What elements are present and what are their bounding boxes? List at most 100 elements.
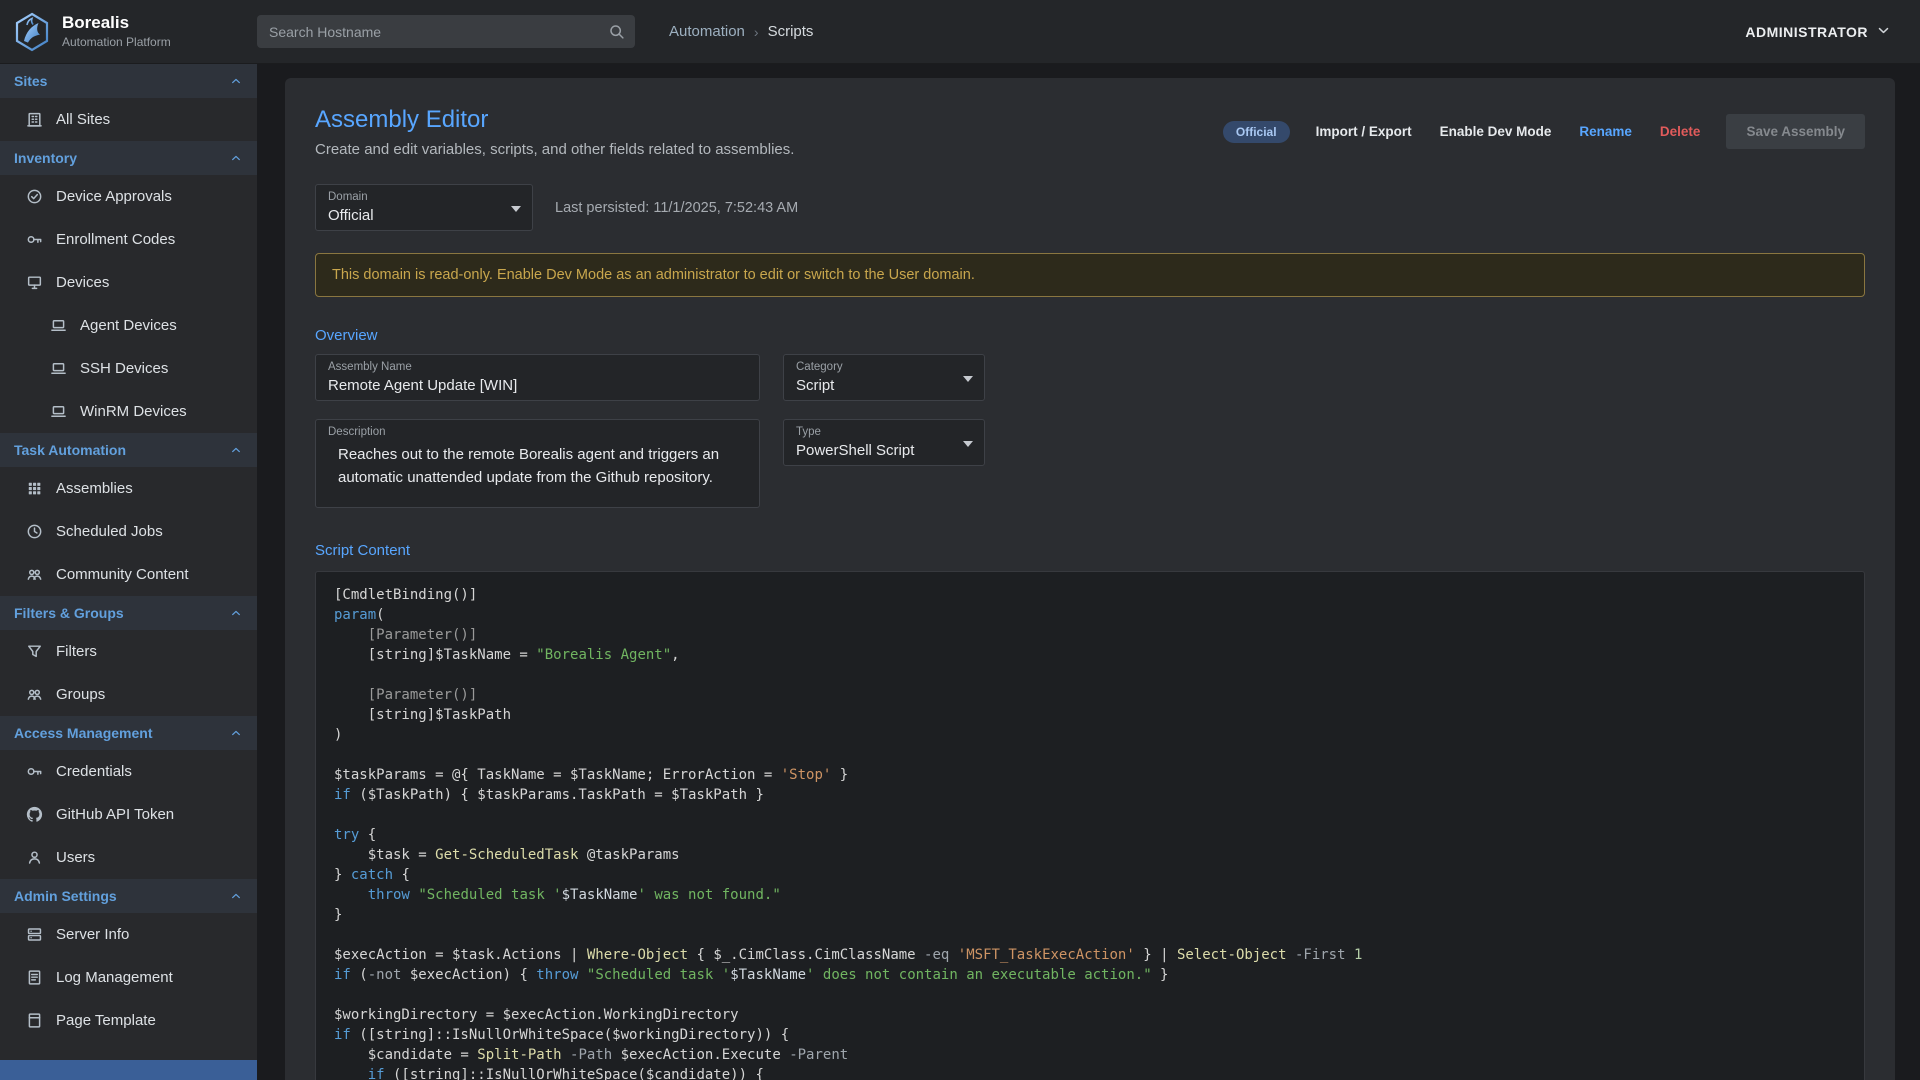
category-label: Category [796, 361, 954, 373]
sidebar-section-filters-groups[interactable]: Filters & Groups [0, 596, 257, 630]
code-line [316, 805, 1864, 825]
sidebar-item-page-template[interactable]: Page Template [0, 999, 257, 1042]
dropdown-arrow-icon [511, 206, 521, 212]
sidebar-item-server-info[interactable]: Server Info [0, 913, 257, 956]
sidebar-item-log-management[interactable]: Log Management [0, 956, 257, 999]
code-line: [CmdletBinding()] [316, 585, 1864, 605]
page-icon [26, 1012, 43, 1029]
people-icon [26, 686, 43, 703]
sidebar-item-label: Assemblies [56, 480, 133, 497]
main-content: Assembly Editor Create and edit variable… [257, 64, 1920, 1080]
sidebar-section-task-automation[interactable]: Task Automation [0, 433, 257, 467]
brand-tagline: Automation Platform [62, 35, 171, 49]
code-line: [Parameter()] [316, 685, 1864, 705]
user-menu-label: ADMINISTRATOR [1745, 24, 1868, 40]
breadcrumb-automation[interactable]: Automation [669, 23, 745, 40]
sidebar-item-scheduled-jobs[interactable]: Scheduled Jobs [0, 510, 257, 553]
sidebar: SitesAll SitesInventoryDevice Approvals E… [0, 64, 257, 1080]
key-icon [26, 231, 43, 248]
search-box [257, 15, 635, 48]
sidebar-item-label: Scheduled Jobs [56, 523, 163, 540]
code-line: [string]$TaskPath [316, 705, 1864, 725]
github-icon [26, 806, 43, 823]
sidebar-item-users[interactable]: Users [0, 836, 257, 879]
sidebar-item-credentials[interactable]: Credentials [0, 750, 257, 793]
domain-select-value: Official [328, 207, 502, 224]
sidebar-item-enrollment-codes[interactable]: Enrollment Codes [0, 218, 257, 261]
type-label: Type [796, 426, 954, 438]
funnel-icon [26, 643, 43, 660]
sidebar-item-winrm-devices[interactable]: WinRM Devices [0, 390, 257, 433]
chevron-up-icon [229, 151, 243, 165]
server-icon [26, 926, 43, 943]
sidebar-item-label: Server Info [56, 926, 129, 943]
sidebar-section-access-management[interactable]: Access Management [0, 716, 257, 750]
sidebar-section-partial[interactable] [0, 1060, 257, 1080]
page-subtitle: Create and edit variables, scripts, and … [315, 141, 794, 158]
type-select[interactable]: Type PowerShell Script [783, 419, 985, 466]
assembly-name-field[interactable]: Assembly Name Remote Agent Update [WIN] [315, 354, 760, 401]
code-line: throw "Scheduled task '$TaskName' was no… [316, 885, 1864, 905]
user-menu[interactable]: ADMINISTRATOR [1745, 22, 1892, 42]
sidebar-item-github-api-token[interactable]: GitHub API Token [0, 793, 257, 836]
sidebar-section-admin-settings[interactable]: Admin Settings [0, 879, 257, 913]
code-line: if ($TaskPath) { $taskParams.TaskPath = … [316, 785, 1864, 805]
code-line: if (-not $execAction) { throw "Scheduled… [316, 965, 1864, 985]
code-line [316, 665, 1864, 685]
overview-form: Assembly Name Remote Agent Update [WIN] … [315, 354, 1865, 508]
chevron-up-icon [229, 443, 243, 457]
brand: Borealis Automation Platform [0, 12, 257, 52]
chevron-up-icon [229, 726, 243, 740]
sidebar-item-label: Page Template [56, 1012, 156, 1029]
sidebar-item-devices[interactable]: Devices [0, 261, 257, 304]
category-select[interactable]: Category Script [783, 354, 985, 401]
laptop-icon [50, 403, 67, 420]
sidebar-section-sites[interactable]: Sites [0, 64, 257, 98]
delete-button[interactable]: Delete [1658, 120, 1703, 143]
sidebar-item-label: Agent Devices [80, 317, 177, 334]
search-icon [608, 23, 625, 45]
sidebar-item-device-approvals[interactable]: Device Approvals [0, 175, 257, 218]
code-line: $execAction = $task.Actions | Where-Obje… [316, 945, 1864, 965]
sidebar-item-community-content[interactable]: Community Content [0, 553, 257, 596]
assembly-name-value: Remote Agent Update [WIN] [328, 377, 747, 394]
sidebar-item-label: GitHub API Token [56, 806, 174, 823]
import-export-button[interactable]: Import / Export [1314, 120, 1414, 143]
domain-select-label: Domain [328, 191, 502, 203]
save-assembly-button[interactable]: Save Assembly [1726, 114, 1865, 149]
code-line: param( [316, 605, 1864, 625]
search-input[interactable] [257, 15, 635, 48]
monitor-icon [26, 274, 43, 291]
sidebar-item-label: WinRM Devices [80, 403, 187, 420]
sidebar-section-inventory[interactable]: Inventory [0, 141, 257, 175]
sidebar-item-label: Users [56, 849, 95, 866]
sidebar-item-groups[interactable]: Groups [0, 673, 257, 716]
breadcrumb: Automation › Scripts [669, 23, 813, 40]
domain-select[interactable]: Domain Official [315, 184, 533, 231]
brand-name: Borealis [62, 14, 171, 33]
section-label: Access Management [14, 725, 153, 741]
sidebar-item-assemblies[interactable]: Assemblies [0, 467, 257, 510]
last-persisted-text: Last persisted: 11/1/2025, 7:52:43 AM [555, 200, 798, 216]
script-editor[interactable]: [CmdletBinding()]param( [Parameter()] [s… [315, 571, 1865, 1080]
description-field[interactable]: Description Reaches out to the remote Bo… [315, 419, 760, 508]
description-value: Reaches out to the remote Borealis agent… [328, 442, 747, 495]
borealis-logo-icon [12, 12, 52, 52]
section-label: Filters & Groups [14, 605, 124, 621]
chevron-up-icon [229, 74, 243, 88]
clock-icon [26, 523, 43, 540]
enable-dev-mode-button[interactable]: Enable Dev Mode [1438, 120, 1554, 143]
overview-section-label: Overview [315, 327, 1865, 344]
code-line: if ([string]::IsNullOrWhiteSpace($workin… [316, 1025, 1864, 1045]
sidebar-item-ssh-devices[interactable]: SSH Devices [0, 347, 257, 390]
sidebar-item-filters[interactable]: Filters [0, 630, 257, 673]
code-line: $taskParams = @{ TaskName = $TaskName; E… [316, 765, 1864, 785]
script-content-label: Script Content [315, 542, 1865, 559]
sidebar-item-all-sites[interactable]: All Sites [0, 98, 257, 141]
log-icon [26, 969, 43, 986]
sidebar-item-label: Enrollment Codes [56, 231, 175, 248]
rename-button[interactable]: Rename [1577, 120, 1634, 143]
sidebar-item-label: Devices [56, 274, 109, 291]
sidebar-item-agent-devices[interactable]: Agent Devices [0, 304, 257, 347]
breadcrumb-scripts[interactable]: Scripts [768, 23, 814, 40]
